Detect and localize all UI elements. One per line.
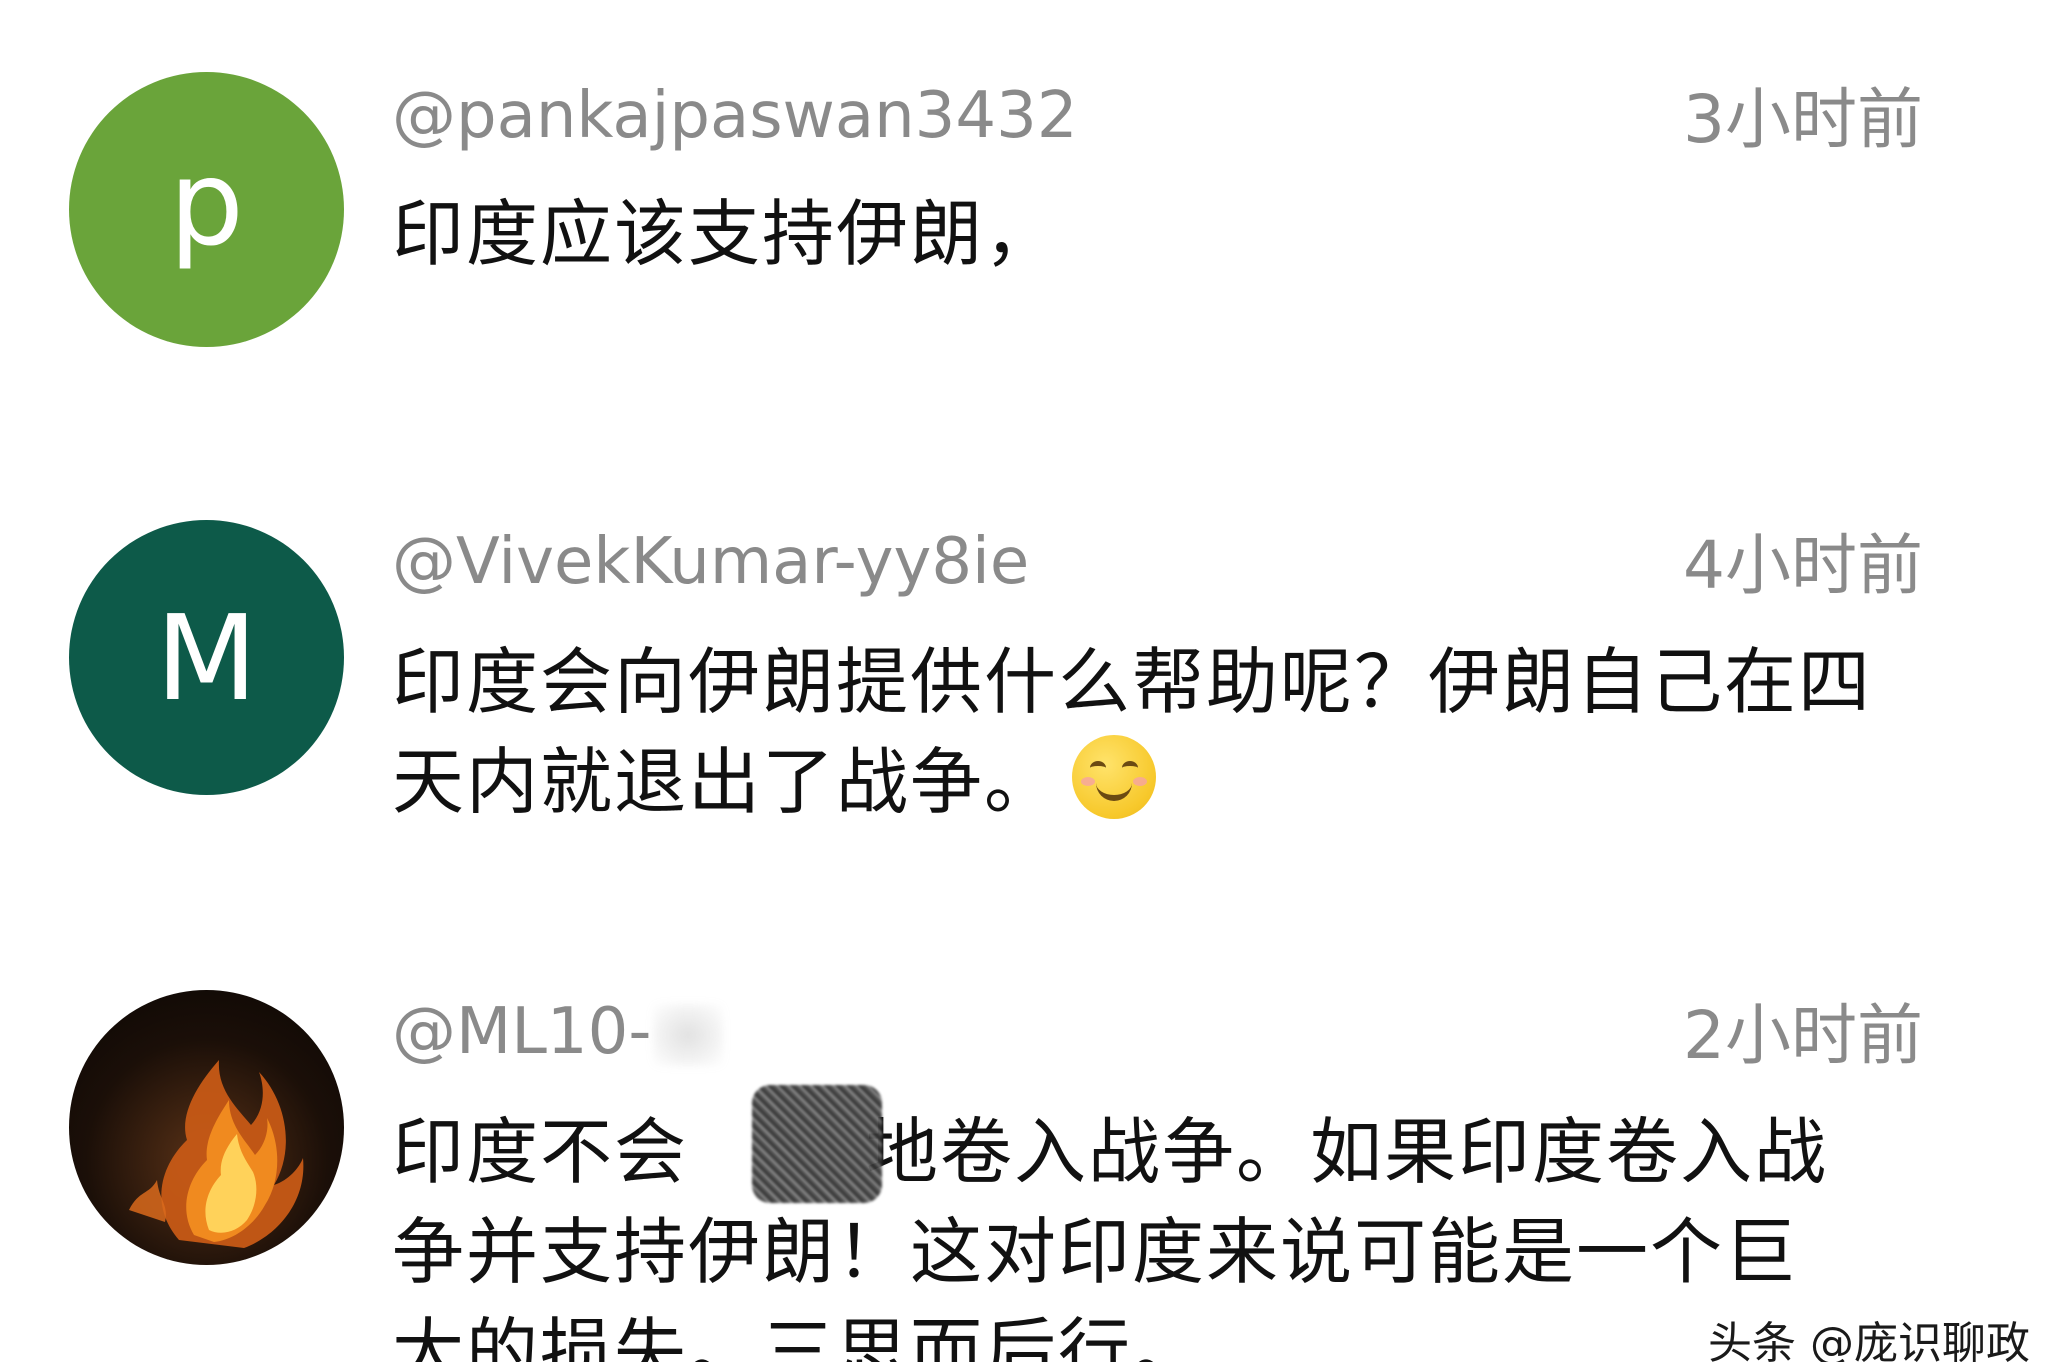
smiling-face-icon <box>1072 735 1157 819</box>
comment-text-line: 大的损失。三思而后行。 <box>392 1310 1207 1362</box>
comment-text: 印度不会 地卷入战争。如果印度卷入战 争并支持伊朗！这对印度来说可能是一个巨 大的… <box>392 1102 1912 1362</box>
comment-text-line: 地卷入战争。如果印度卷入战 <box>866 1110 1829 1194</box>
comment-username-text: @ML10- <box>392 995 652 1069</box>
avatar-letter: p <box>169 133 244 272</box>
comment-username[interactable]: @ML10- <box>392 992 724 1072</box>
avatar-letter: M <box>155 588 258 727</box>
comment-timestamp: 4小时前 <box>1683 527 1923 604</box>
comments-page: p @pankajpaswan3432 3小时前 印度应该支持伊朗， M @Vi… <box>0 0 2048 1362</box>
avatar[interactable] <box>69 990 344 1265</box>
blurred-username-part <box>653 1004 724 1067</box>
fire-icon <box>129 1060 304 1248</box>
comment-text: 印度应该支持伊朗， <box>392 192 1059 276</box>
comment-text: 印度会向伊朗提供什么帮助呢？伊朗自己在四天内就退出了战争。 <box>392 632 1912 832</box>
comment-text-line: 印度不会 <box>392 1110 689 1194</box>
avatar[interactable]: M <box>69 520 344 795</box>
watermark: 头条 @庞识聊政 <box>1708 1318 2030 1362</box>
comment-timestamp: 2小时前 <box>1683 997 1923 1074</box>
avatar[interactable]: p <box>69 72 344 347</box>
comment-timestamp: 3小时前 <box>1683 81 1923 158</box>
censor-scribble <box>752 1085 882 1203</box>
comment-username[interactable]: @VivekKumar-yy8ie <box>392 522 1029 602</box>
comment-username[interactable]: @pankajpaswan3432 <box>392 76 1078 156</box>
comment-text-line: 争并支持伊朗！这对印度来说可能是一个巨 <box>392 1210 1799 1294</box>
